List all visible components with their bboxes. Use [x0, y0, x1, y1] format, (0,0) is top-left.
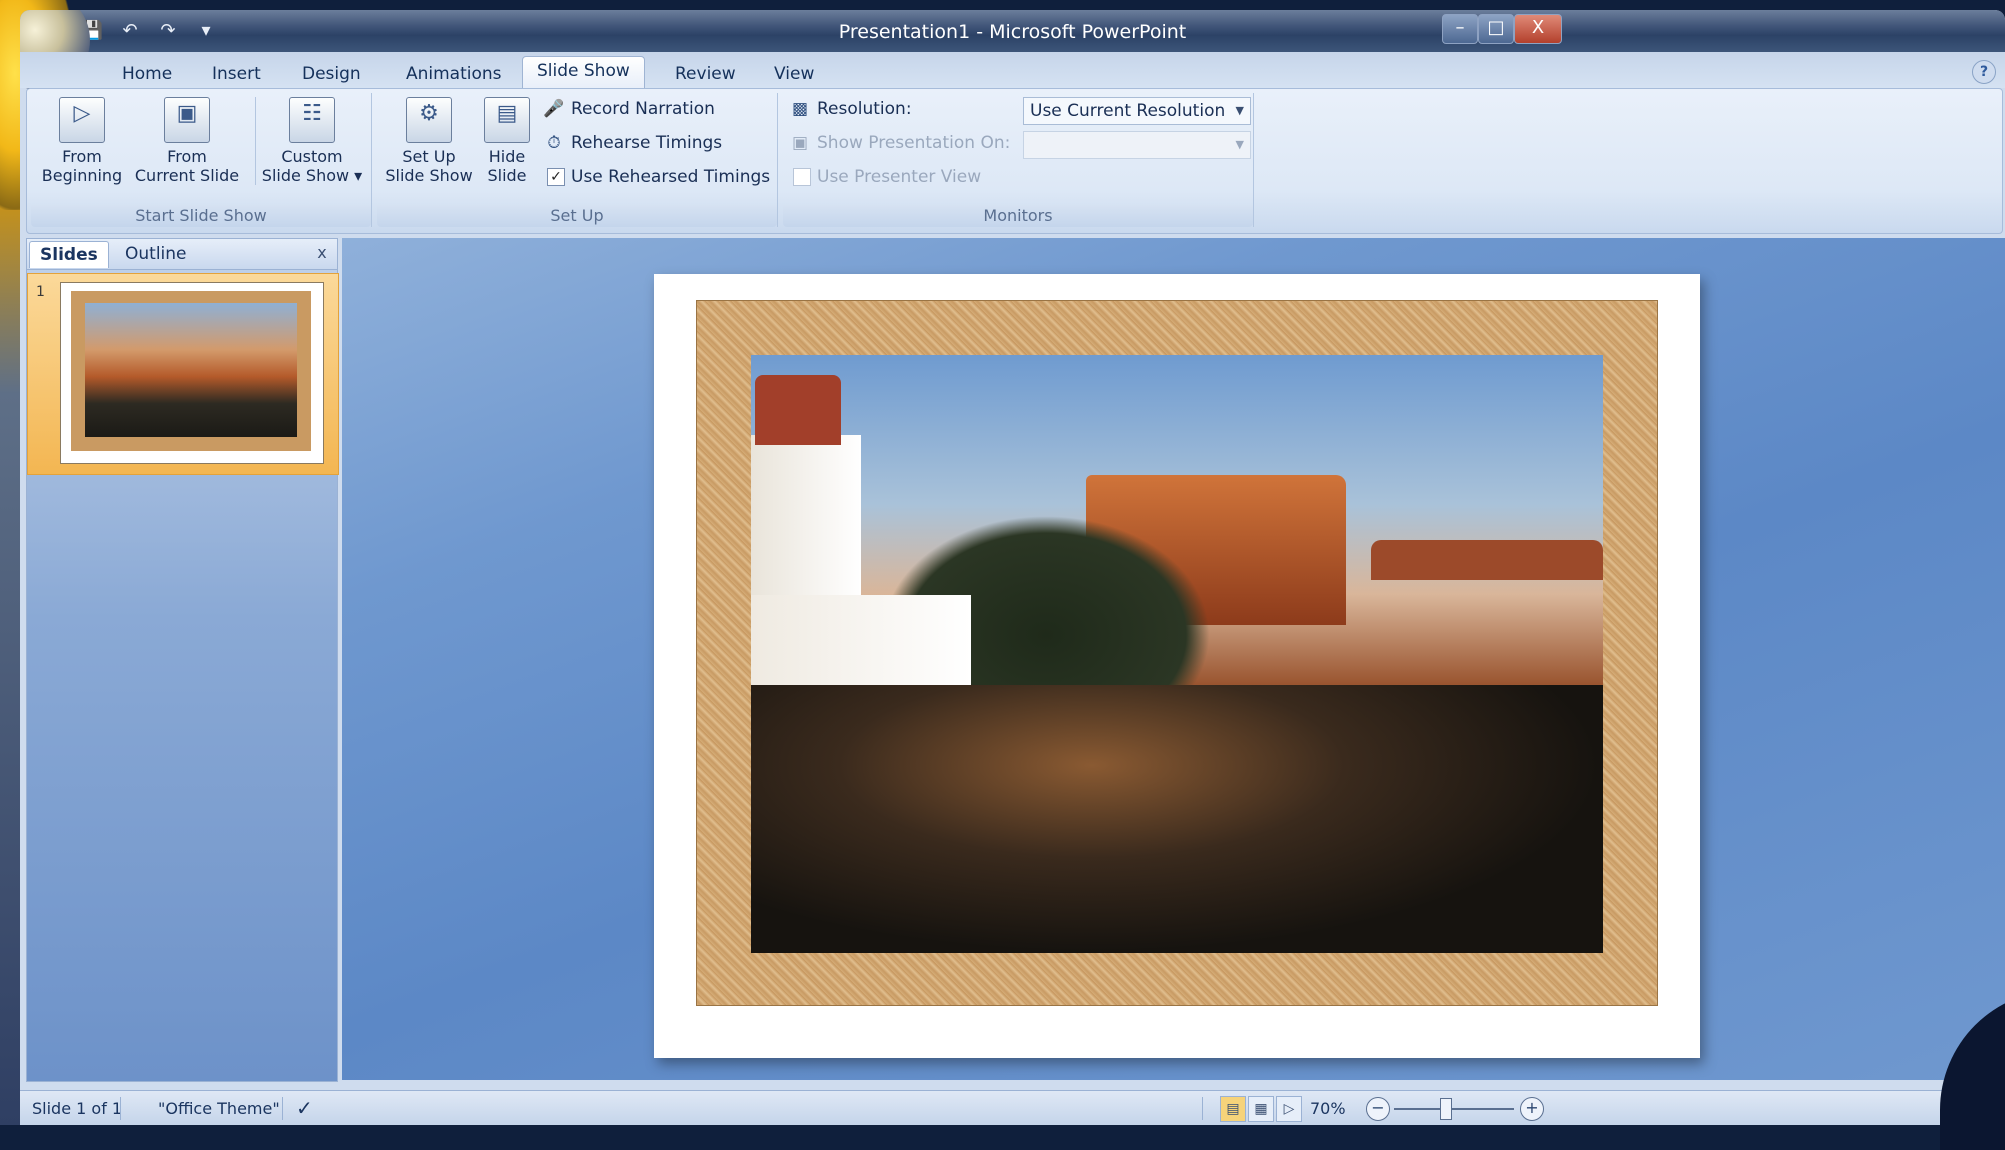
- slide-thumbnail[interactable]: [60, 282, 324, 464]
- from-current-slide-button[interactable]: ▣ From Current Slide: [131, 97, 243, 185]
- tab-animations[interactable]: Animations: [392, 60, 516, 88]
- set-up-slide-show-button[interactable]: ⚙ Set Up Slide Show: [383, 97, 475, 185]
- use-presenter-view-checkbox[interactable]: Use Presenter View: [793, 163, 981, 191]
- setup-show-icon: ⚙: [406, 97, 452, 143]
- group-monitors: ▩ Resolution: Use Current Resolution ▼ ▣…: [783, 93, 1254, 227]
- group-label-monitors: Monitors: [783, 205, 1253, 227]
- divider: [120, 1097, 121, 1120]
- hide-slide-icon: ▤: [484, 97, 530, 143]
- redo-icon[interactable]: ↷: [154, 17, 182, 45]
- powerpoint-window: Presentation1 - Microsoft PowerPoint 💾 ↶…: [20, 10, 2005, 1125]
- group-start-slide-show: ▷ From Beginning ▣ From Current Slide ☷ …: [31, 93, 372, 227]
- tab-design[interactable]: Design: [288, 60, 375, 88]
- divider: [1202, 1097, 1203, 1120]
- slide-number: 1: [36, 284, 45, 300]
- slide-count: Slide 1 of 1: [32, 1099, 123, 1118]
- show-presentation-on-label: ▣ Show Presentation On:: [789, 129, 1010, 157]
- projector-icon: ▷: [59, 97, 105, 143]
- empty-checkbox-icon: [793, 168, 811, 186]
- slide-canvas[interactable]: [654, 274, 1700, 1058]
- microphone-icon: 🎤: [543, 99, 565, 119]
- resolution-label: ▩ Resolution:: [789, 95, 912, 123]
- zoom-slider-thumb[interactable]: [1440, 1098, 1452, 1120]
- close-button[interactable]: X: [1514, 14, 1562, 44]
- rehearse-timings-button[interactable]: ⏱ Rehearse Timings: [543, 129, 722, 157]
- thumbnail-frame: [71, 291, 311, 451]
- minimize-button[interactable]: –: [1442, 14, 1478, 44]
- photo-lighthouse: [751, 435, 861, 605]
- tab-outline[interactable]: Outline: [115, 241, 197, 267]
- chevron-down-icon: ▼: [1235, 138, 1244, 151]
- zoom-level[interactable]: 70%: [1310, 1091, 1346, 1125]
- tab-slide-show[interactable]: Slide Show: [522, 56, 645, 89]
- maximize-button[interactable]: □: [1478, 14, 1514, 44]
- title-bar: Presentation1 - Microsoft PowerPoint 💾 ↶…: [20, 10, 2005, 52]
- slide-show-view-icon[interactable]: ▷: [1276, 1096, 1302, 1122]
- custom-show-icon: ☷: [289, 97, 335, 143]
- from-beginning-button[interactable]: ▷ From Beginning: [37, 97, 127, 185]
- photo-rocks: [751, 685, 1603, 953]
- group-label-set-up: Set Up: [377, 205, 777, 227]
- tab-slides[interactable]: Slides: [29, 241, 109, 268]
- group-set-up: ⚙ Set Up Slide Show ▤ Hide Slide 🎤 Recor…: [377, 93, 778, 227]
- help-icon[interactable]: ?: [1972, 60, 1996, 84]
- normal-view-icon[interactable]: ▤: [1220, 1096, 1246, 1122]
- slide-thumbnail-row[interactable]: 1: [27, 273, 339, 475]
- pane-tabs: Slides Outline x: [27, 239, 337, 270]
- record-narration-button[interactable]: 🎤 Record Narration: [543, 95, 715, 123]
- custom-slide-show-button[interactable]: ☷ Custom Slide Show ▾: [255, 97, 368, 185]
- tab-insert[interactable]: Insert: [198, 60, 275, 88]
- tab-view[interactable]: View: [760, 60, 828, 88]
- thumbnail-image: [85, 303, 297, 437]
- ribbon: ▷ From Beginning ▣ From Current Slide ☷ …: [26, 88, 2003, 234]
- slides-pane: Slides Outline x 1: [26, 238, 339, 1082]
- photo-lighthouse-lamp: [755, 375, 841, 445]
- picture-frame[interactable]: [696, 300, 1658, 1006]
- close-icon[interactable]: x: [312, 243, 332, 263]
- stopwatch-icon: ⏱: [547, 133, 561, 153]
- spell-check-icon[interactable]: ✓: [296, 1091, 313, 1125]
- checkmark-icon: ✓: [547, 168, 565, 186]
- quick-access-toolbar: 💾 ↶ ↷ ▾: [78, 16, 220, 46]
- show-presentation-on-dropdown[interactable]: ▼: [1023, 131, 1251, 159]
- status-bar: Slide 1 of 1 "Office Theme" ✓ ▤ ▦ ▷ 70% …: [20, 1090, 2005, 1125]
- use-rehearsed-timings-checkbox[interactable]: ✓ Use Rehearsed Timings: [547, 163, 770, 191]
- slide-sorter-icon[interactable]: ▦: [1248, 1096, 1274, 1122]
- monitor-icon: ▣: [791, 133, 809, 153]
- zoom-out-icon[interactable]: −: [1366, 1097, 1390, 1121]
- resolution-dropdown[interactable]: Use Current Resolution ▼: [1023, 97, 1251, 125]
- theme-name[interactable]: "Office Theme": [158, 1091, 280, 1125]
- slide-photo[interactable]: [751, 355, 1603, 953]
- chevron-down-icon: ▼: [1235, 104, 1244, 117]
- group-label-start: Start Slide Show: [31, 205, 371, 227]
- ribbon-tabs: Home Insert Design Animations Slide Show…: [20, 52, 2005, 89]
- slide-editing-area: [342, 238, 2005, 1080]
- divider: [282, 1097, 283, 1120]
- window-title: Presentation1 - Microsoft PowerPoint: [838, 21, 1187, 43]
- hide-slide-button[interactable]: ▤ Hide Slide: [477, 97, 537, 185]
- tab-home[interactable]: Home: [108, 60, 186, 88]
- zoom-slider[interactable]: [1394, 1108, 1514, 1110]
- undo-icon[interactable]: ↶: [116, 17, 144, 45]
- projector-current-icon: ▣: [164, 97, 210, 143]
- customize-qat-icon[interactable]: ▾: [192, 17, 220, 45]
- resolution-icon: ▩: [791, 99, 809, 119]
- zoom-in-icon[interactable]: +: [1520, 1097, 1544, 1121]
- photo-distant-mesa: [1371, 540, 1603, 580]
- tab-review[interactable]: Review: [661, 60, 750, 88]
